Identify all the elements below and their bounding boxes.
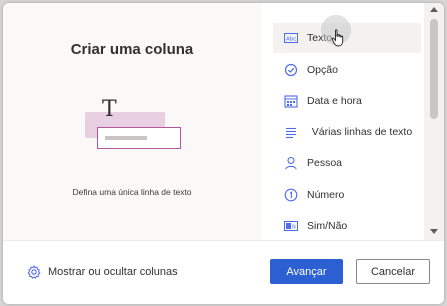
- toggle-icon: N: [283, 218, 299, 234]
- dialog-footer: Mostrar ou ocultar colunas Avançar Cance…: [3, 240, 444, 304]
- gear-icon: [27, 265, 41, 279]
- calendar-icon: [283, 93, 299, 109]
- column-type-label: Várias linhas de texto: [311, 126, 413, 138]
- illustration-text-line: [105, 136, 147, 140]
- check-circle-icon: [283, 62, 299, 78]
- number-icon: [283, 187, 299, 203]
- column-type-label: Data e hora: [307, 95, 362, 107]
- column-type-label: Número: [307, 189, 345, 201]
- cancel-button[interactable]: Cancelar: [356, 259, 430, 284]
- multiline-text-icon: [283, 124, 299, 140]
- column-type-description: Defina uma única linha de texto: [72, 187, 192, 197]
- scroll-down-arrow-icon[interactable]: [430, 229, 438, 234]
- show-hide-columns-link[interactable]: Mostrar ou ocultar colunas: [27, 265, 178, 279]
- column-type-list: Abc Texto Opção Data e hora Várias linha…: [261, 3, 444, 240]
- dialog-title: Criar uma coluna: [70, 41, 194, 58]
- column-type-choice[interactable]: Opção: [273, 55, 421, 85]
- text-column-illustration: T: [81, 97, 183, 155]
- preview-pane: Criar uma coluna T Defina uma única linh…: [3, 3, 261, 240]
- illustration-letter: T: [102, 97, 117, 122]
- show-hide-columns-label: Mostrar ou ocultar colunas: [48, 266, 178, 278]
- column-type-number[interactable]: Número: [273, 180, 421, 210]
- list-scrollbar[interactable]: [424, 3, 444, 240]
- column-type-label: Sim/Não: [307, 220, 348, 232]
- column-type-label: Opção: [307, 64, 338, 76]
- illustration-front-box: [97, 127, 181, 149]
- column-type-yes-no[interactable]: N Sim/Não: [273, 211, 421, 241]
- text-field-icon: Abc: [283, 30, 299, 46]
- svg-text:N: N: [292, 225, 296, 231]
- person-icon: [283, 155, 299, 171]
- svg-text:Abc: Abc: [286, 37, 296, 43]
- column-type-datetime[interactable]: Data e hora: [273, 86, 421, 116]
- scroll-up-arrow-icon[interactable]: [430, 7, 438, 12]
- hand-cursor-icon: [331, 29, 344, 47]
- next-button[interactable]: Avançar: [270, 259, 343, 284]
- column-type-person[interactable]: Pessoa: [273, 148, 421, 178]
- column-type-label: Pessoa: [307, 157, 343, 169]
- scroll-thumb[interactable]: [430, 19, 438, 119]
- create-column-dialog: Criar uma coluna T Defina uma única linh…: [3, 3, 444, 304]
- column-type-multiline[interactable]: Várias linhas de texto: [273, 117, 421, 147]
